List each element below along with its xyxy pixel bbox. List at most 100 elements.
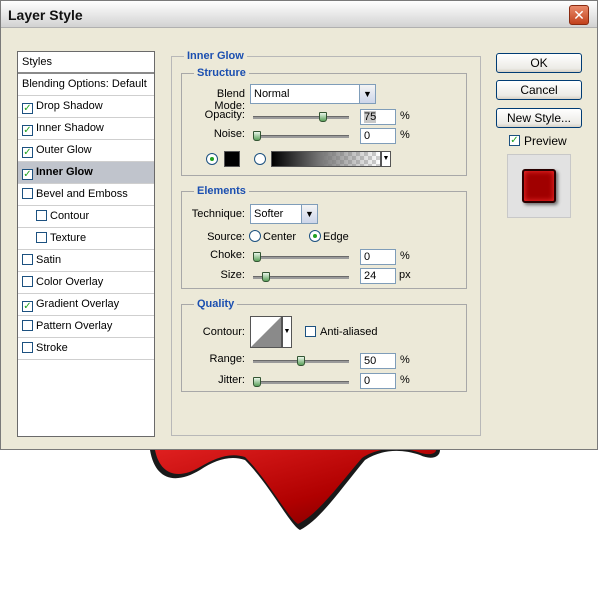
style-item-inner-glow[interactable]: ✓ Inner Glow	[18, 162, 154, 184]
style-item-label: Blending Options: Default	[22, 78, 147, 90]
choke-slider[interactable]	[253, 256, 349, 259]
style-item-label: Contour	[50, 210, 90, 222]
choke-label: Choke:	[210, 249, 245, 261]
checkmark-icon[interactable]: ✓	[22, 169, 33, 180]
style-item-label: Color Overlay	[36, 276, 104, 288]
chevron-down-icon: ▼	[301, 205, 317, 223]
contour-curve-icon	[251, 317, 281, 347]
elements-title: Elements	[194, 185, 249, 197]
new-style-button[interactable]: New Style...	[496, 108, 582, 128]
style-item-contour[interactable]: Contour	[18, 206, 154, 228]
styles-list: Styles Blending Options: Default ✓ Drop Sha…	[17, 51, 155, 437]
preview-checkbox[interactable]: ✓	[509, 135, 520, 146]
style-item-label: Pattern Overlay	[36, 320, 113, 332]
style-item-label: Inner Glow	[36, 166, 93, 178]
checkbox[interactable]	[22, 188, 33, 199]
opacity-slider[interactable]	[253, 116, 349, 119]
checkbox[interactable]	[36, 232, 47, 243]
blend-mode-select[interactable]: Normal ▼	[250, 84, 376, 104]
gradient-dropdown-icon[interactable]: ▼	[381, 151, 391, 167]
noise-slider-thumb[interactable]	[253, 131, 261, 141]
range-percent: %	[400, 354, 410, 366]
style-item-stroke[interactable]: Stroke	[18, 338, 154, 360]
cancel-button[interactable]: Cancel	[496, 80, 582, 100]
layer-style-dialog: Layer Style ✕ Styles Blending Options: De…	[0, 0, 598, 450]
title-bar[interactable]: Layer Style ✕	[1, 1, 597, 28]
style-item-gradient-overlay[interactable]: ✓ Gradient Overlay	[18, 294, 154, 316]
technique-select[interactable]: Softer ▼	[250, 204, 318, 224]
style-item-inner-shadow[interactable]: ✓ Inner Shadow	[18, 118, 154, 140]
size-label: Size:	[220, 269, 245, 281]
style-item-satin[interactable]: Satin	[18, 250, 154, 272]
anti-aliased-checkbox[interactable]	[305, 326, 316, 337]
glow-color-swatch[interactable]	[224, 151, 240, 167]
chevron-down-icon: ▼	[359, 85, 375, 103]
source-center-label: Center	[263, 231, 297, 243]
source-label: Source:	[207, 231, 245, 243]
size-slider-thumb[interactable]	[261, 272, 270, 282]
range-label: Range:	[209, 353, 245, 365]
canvas-artwork	[150, 448, 440, 530]
jitter-field[interactable]: 0	[360, 373, 396, 389]
jitter-slider-thumb[interactable]	[253, 377, 261, 387]
contour-picker[interactable]	[250, 316, 282, 348]
source-edge-radio[interactable]	[309, 230, 321, 242]
noise-label: Noise:	[213, 128, 245, 140]
solid-color-radio[interactable]	[206, 153, 218, 165]
style-item-drop-shadow[interactable]: ✓ Drop Shadow	[18, 96, 154, 118]
opacity-field[interactable]: 75	[360, 109, 396, 125]
style-item-label: Outer Glow	[36, 144, 92, 156]
opacity-slider-thumb[interactable]	[319, 112, 327, 122]
source-center-radio[interactable]	[249, 230, 261, 242]
quality-title: Quality	[194, 298, 238, 310]
range-slider-thumb[interactable]	[297, 356, 305, 366]
jitter-slider[interactable]	[253, 381, 349, 384]
ok-button[interactable]: OK	[496, 53, 582, 73]
choke-slider-thumb[interactable]	[253, 252, 261, 262]
contour-label: Contour:	[202, 326, 245, 338]
style-item-bevel-and-emboss[interactable]: Bevel and Emboss	[18, 184, 154, 206]
inner-glow-title: Inner Glow	[184, 50, 247, 62]
style-item-label: Bevel and Emboss	[36, 188, 128, 200]
range-field[interactable]: 50	[360, 353, 396, 369]
checkbox[interactable]	[22, 342, 33, 353]
checkbox[interactable]	[36, 210, 47, 221]
style-item-label: Satin	[36, 254, 62, 266]
structure-title: Structure	[194, 67, 249, 79]
checkmark-icon[interactable]: ✓	[22, 103, 33, 114]
style-item-label: Inner Shadow	[36, 122, 104, 134]
checkbox[interactable]	[22, 254, 33, 265]
style-item-label: Gradient Overlay	[36, 298, 120, 310]
style-item-pattern-overlay[interactable]: Pattern Overlay	[18, 316, 154, 338]
choke-field[interactable]: 0	[360, 249, 396, 265]
style-item-blending-options-default[interactable]: Blending Options: Default	[18, 74, 154, 96]
style-item-texture[interactable]: Texture	[18, 228, 154, 250]
contour-dropdown-icon[interactable]: ▼	[282, 316, 292, 348]
dialog-title: Layer Style	[8, 7, 83, 23]
checkbox[interactable]	[22, 276, 33, 287]
preview-swatch	[522, 169, 556, 203]
checkbox[interactable]	[22, 320, 33, 331]
noise-field[interactable]: 0	[360, 128, 396, 144]
source-edge-label: Edge	[323, 231, 349, 243]
style-item-color-overlay[interactable]: Color Overlay	[18, 272, 154, 294]
checkmark-icon[interactable]: ✓	[22, 125, 33, 136]
style-item-styles[interactable]: Styles	[18, 52, 154, 74]
blend-mode-value: Normal	[254, 88, 290, 100]
technique-value: Softer	[254, 208, 284, 220]
checkmark-icon[interactable]: ✓	[22, 147, 33, 158]
jitter-label: Jitter:	[218, 374, 245, 386]
style-item-label: Texture	[50, 232, 87, 244]
style-item-label: Drop Shadow	[36, 100, 103, 112]
close-icon[interactable]: ✕	[569, 5, 589, 25]
size-field[interactable]: 24	[360, 268, 396, 284]
size-px: px	[399, 269, 411, 281]
preview-label: Preview	[524, 134, 567, 148]
gradient-picker[interactable]	[271, 151, 381, 167]
preview-thumbnail	[507, 154, 571, 218]
checkmark-icon[interactable]: ✓	[22, 301, 33, 312]
noise-slider[interactable]	[253, 135, 349, 138]
style-item-outer-glow[interactable]: ✓ Outer Glow	[18, 140, 154, 162]
gradient-radio[interactable]	[254, 153, 266, 165]
style-item-label: Styles	[22, 56, 52, 68]
